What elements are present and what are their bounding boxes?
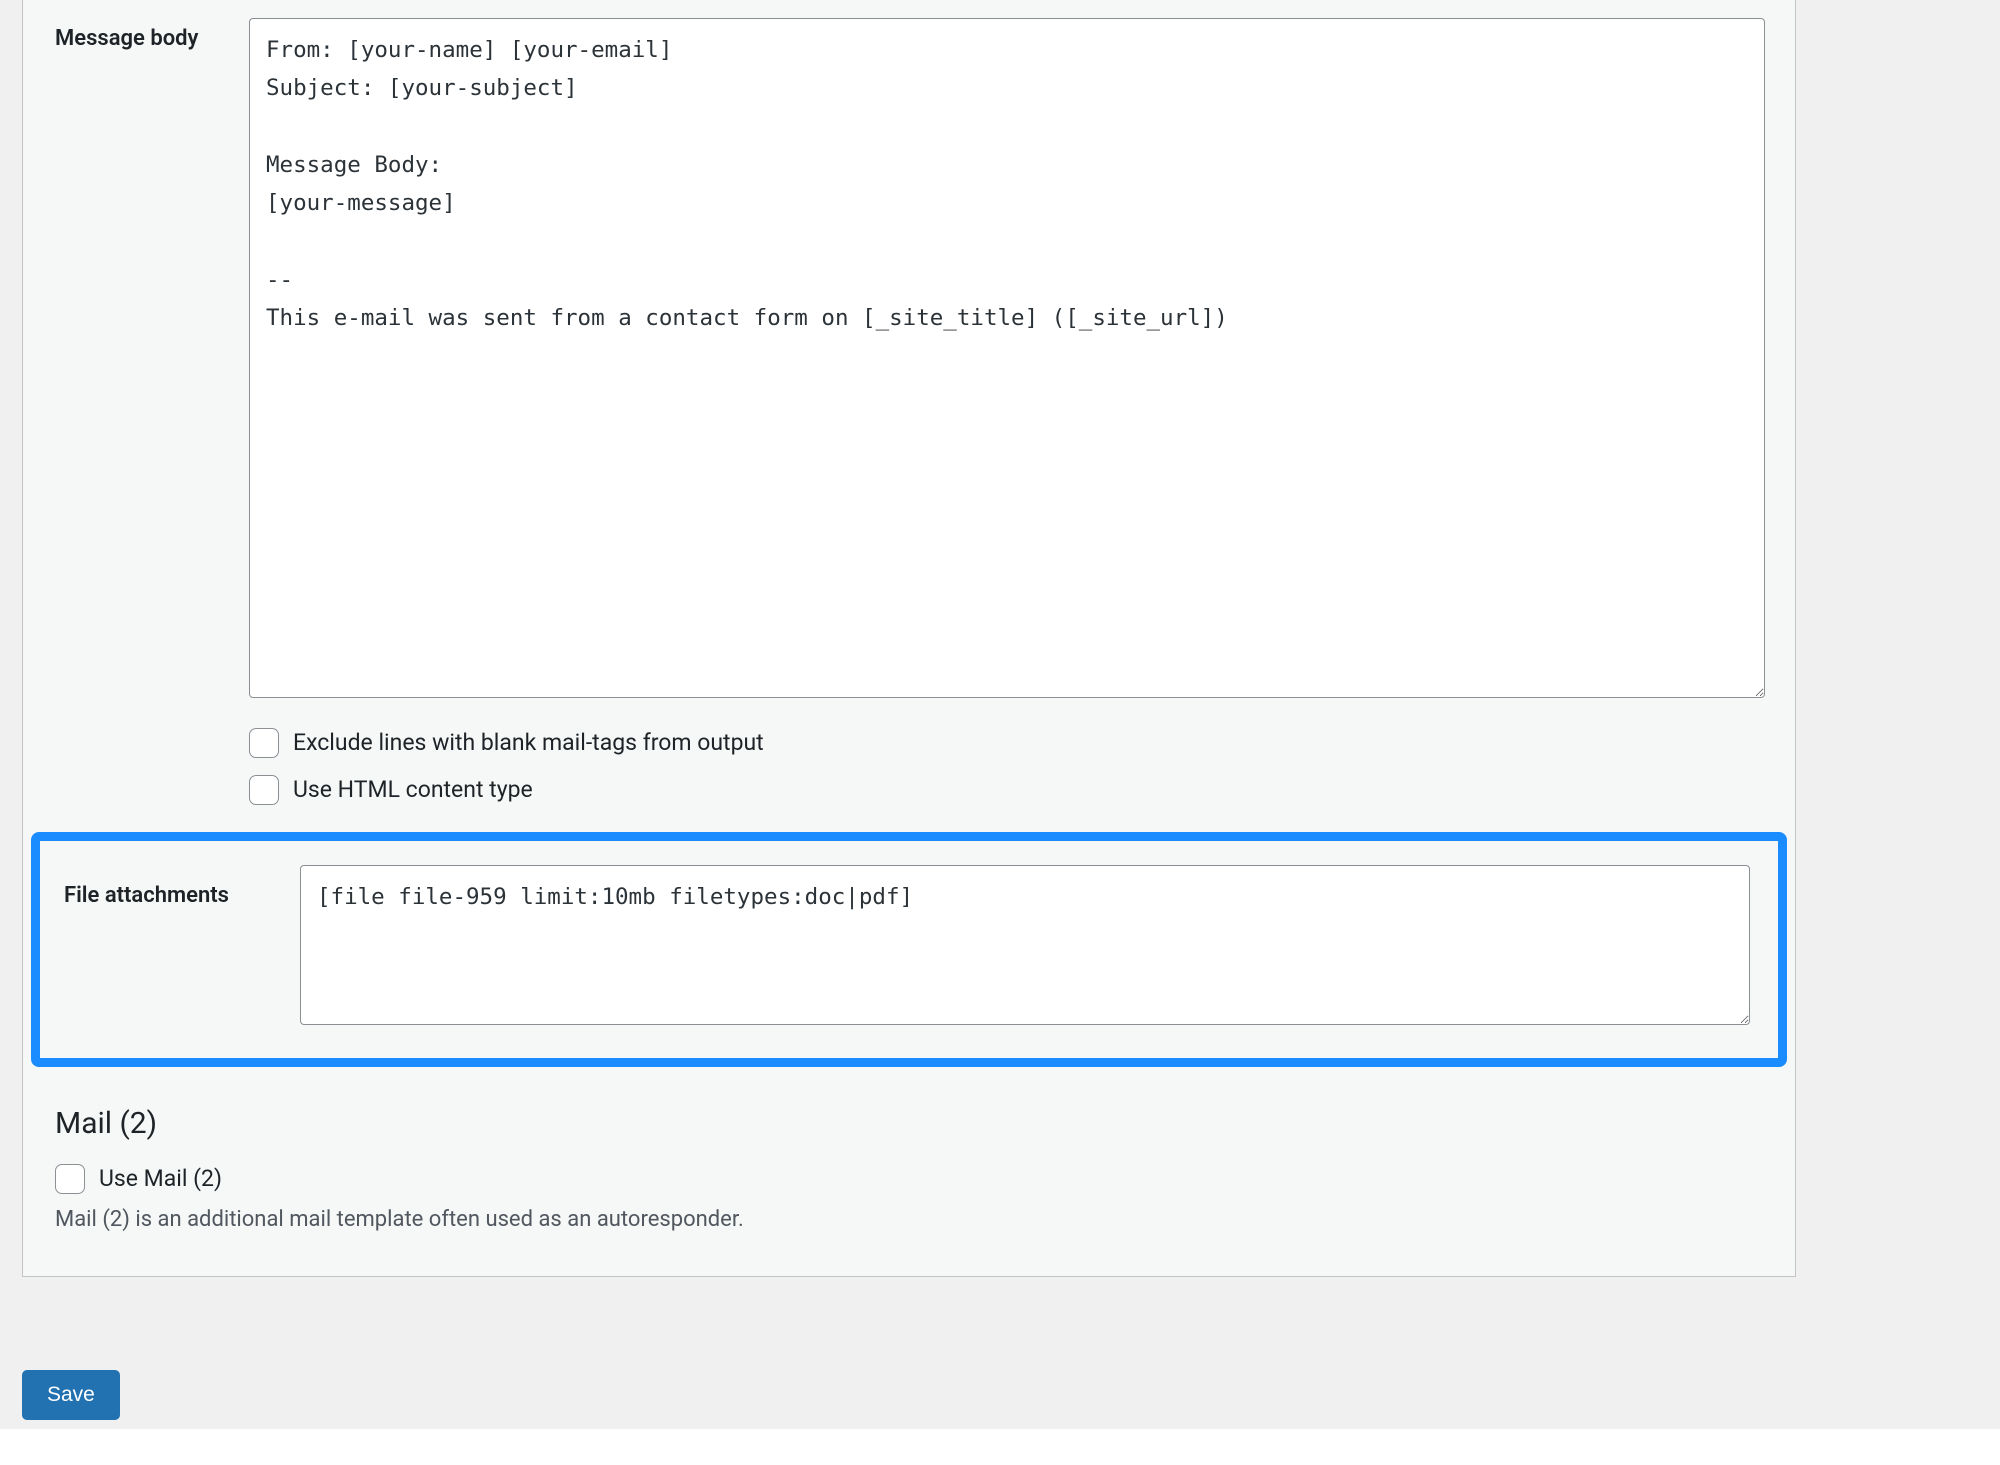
mail-2-description: Mail (2) is an additional mail template … bbox=[55, 1205, 1763, 1236]
message-body-label: Message body bbox=[23, 0, 249, 55]
exclude-blank-option[interactable]: Exclude lines with blank mail-tags from … bbox=[249, 727, 1765, 759]
use-html-checkbox[interactable] bbox=[249, 775, 279, 805]
message-body-row: Message body Exclude lines with blank ma… bbox=[23, 0, 1795, 824]
use-html-label: Use HTML content type bbox=[293, 774, 533, 806]
save-button[interactable]: Save bbox=[22, 1370, 120, 1420]
file-attachments-label: File attachments bbox=[40, 841, 300, 912]
footer-strip bbox=[0, 1429, 2000, 1465]
mail-2-section: Mail (2) Use Mail (2) Mail (2) is an add… bbox=[23, 1075, 1795, 1276]
mail-2-heading: Mail (2) bbox=[55, 1103, 1763, 1145]
use-mail-2-label: Use Mail (2) bbox=[99, 1163, 222, 1195]
file-attachments-highlight: File attachments bbox=[31, 832, 1787, 1067]
use-html-option[interactable]: Use HTML content type bbox=[249, 774, 1765, 806]
file-attachments-row: File attachments bbox=[40, 841, 1778, 1058]
mail-settings-panel: Message body Exclude lines with blank ma… bbox=[22, 0, 1796, 1277]
file-attachments-textarea[interactable] bbox=[300, 865, 1750, 1025]
exclude-blank-checkbox[interactable] bbox=[249, 728, 279, 758]
use-mail-2-checkbox[interactable] bbox=[55, 1164, 85, 1194]
message-body-textarea[interactable] bbox=[249, 18, 1765, 698]
exclude-blank-label: Exclude lines with blank mail-tags from … bbox=[293, 727, 764, 759]
use-mail-2-option[interactable]: Use Mail (2) bbox=[55, 1163, 1763, 1195]
